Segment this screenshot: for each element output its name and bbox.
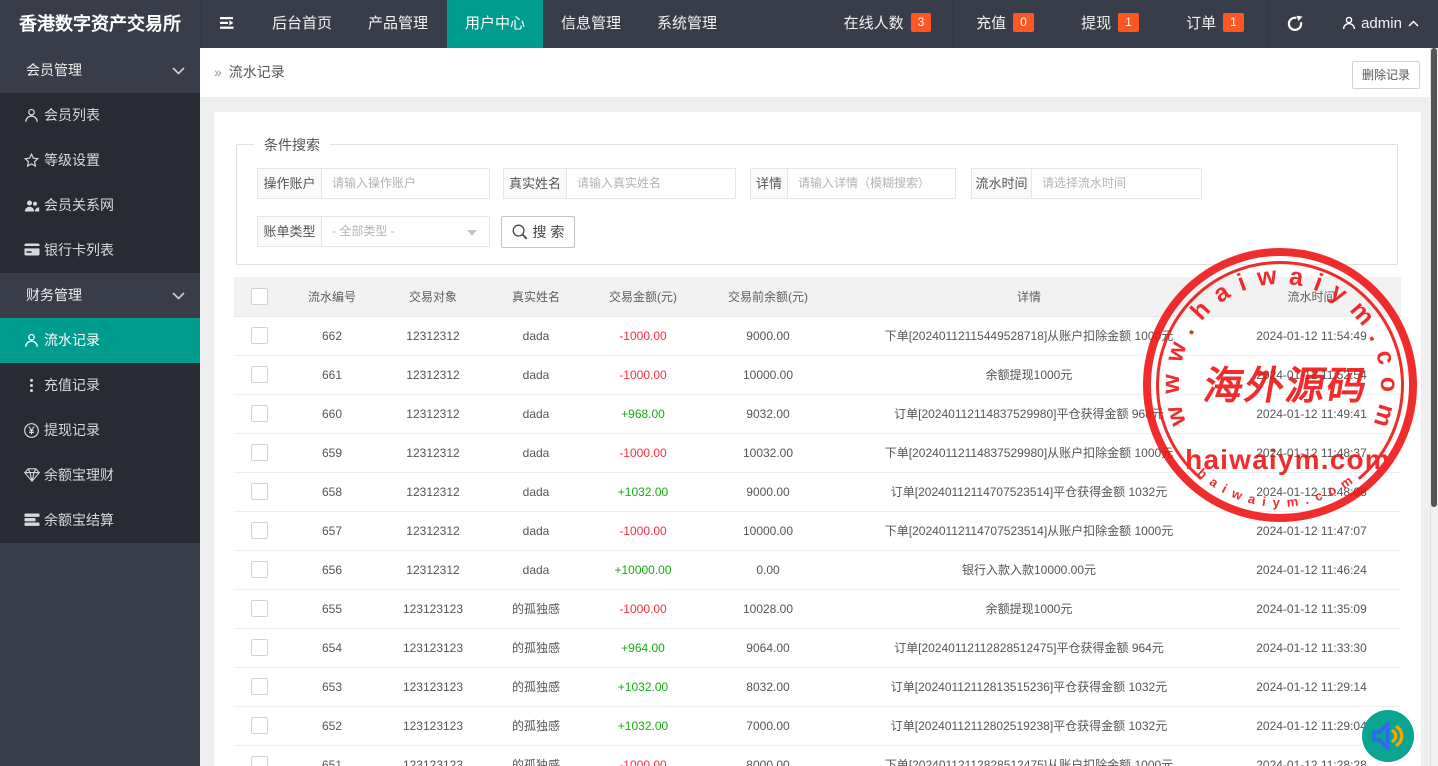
svg-text:海外源码: 海外源码 [1200,364,1372,408]
svg-text:haiwaiym.com: haiwaiym.com [1185,444,1391,475]
